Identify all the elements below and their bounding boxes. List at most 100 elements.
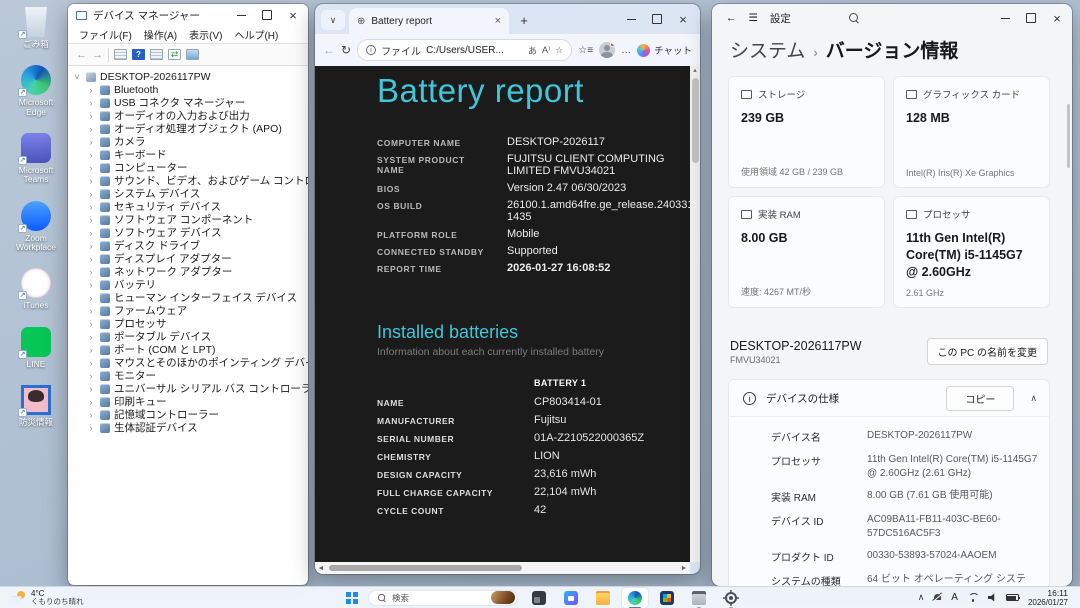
- device-tree-item[interactable]: › サウンド、ビデオ、およびゲーム コントローラー: [72, 174, 309, 187]
- device-tree-item[interactable]: › ディスプレイ アダプター: [72, 252, 308, 265]
- copy-button[interactable]: コピー: [946, 385, 1015, 411]
- expand-icon[interactable]: ›: [86, 293, 96, 303]
- browser-tab[interactable]: ⊕ Battery report ×: [349, 8, 509, 34]
- maximize-button[interactable]: [1018, 8, 1044, 28]
- device-manager[interactable]: [686, 588, 712, 608]
- itunes[interactable]: ↗ iTunes: [8, 267, 64, 310]
- scroll-right-icon[interactable]: ►: [678, 565, 690, 572]
- ime-mode-indicator[interactable]: A: [951, 592, 958, 603]
- hidden-icons-chevron[interactable]: ∧: [918, 592, 925, 603]
- expand-icon[interactable]: ›: [86, 111, 96, 121]
- page-info-icon[interactable]: i: [366, 45, 377, 55]
- device-tree-item[interactable]: › カメラ: [72, 135, 308, 148]
- computer-icon[interactable]: [186, 49, 199, 60]
- device-tree-item[interactable]: › バッテリ: [72, 278, 308, 291]
- expand-icon[interactable]: ›: [86, 189, 96, 199]
- hamburger-icon[interactable]: ☰: [749, 12, 758, 24]
- file-explorer[interactable]: [590, 588, 616, 608]
- expand-icon[interactable]: ›: [86, 332, 96, 342]
- new-tab-button[interactable]: +: [513, 9, 535, 31]
- device-tree-item[interactable]: › オーディオの入力および出力: [72, 109, 308, 122]
- expand-icon[interactable]: ›: [86, 150, 96, 160]
- horizontal-scrollbar[interactable]: ◄ ►: [315, 562, 690, 574]
- device-tree-item[interactable]: › ファームウェア: [72, 304, 308, 317]
- taskbar-search[interactable]: 検索: [368, 589, 518, 606]
- address-bar[interactable]: i ファイル C:/Users/USER... あ A⁾ ☆: [357, 39, 573, 61]
- device-tree-item[interactable]: › オーディオ処理オブジェクト (APO): [72, 122, 308, 135]
- more-menu-icon[interactable]: …: [621, 45, 631, 56]
- expand-icon[interactable]: ›: [86, 215, 96, 225]
- tab-search-button[interactable]: ∨: [321, 10, 345, 30]
- hscrollbar-thumb[interactable]: [329, 565, 523, 571]
- device-tree-item[interactable]: › Bluetooth: [72, 83, 308, 96]
- recycle-bin[interactable]: ↗ ごみ箱: [8, 6, 64, 49]
- favorite-star-icon[interactable]: ☆: [555, 45, 563, 56]
- device-tree-item[interactable]: › ネットワーク アダプター: [72, 265, 308, 278]
- device-tree-item[interactable]: › マウスとそのほかのポインティング デバイス: [72, 356, 309, 369]
- rename-pc-button[interactable]: この PC の名前を変更: [926, 338, 1048, 365]
- vertical-scrollbar[interactable]: ▲: [690, 66, 700, 562]
- minimize-button[interactable]: [992, 8, 1018, 28]
- close-button[interactable]: [280, 5, 306, 25]
- refresh-icon[interactable]: ↻: [341, 43, 351, 57]
- weather-widget[interactable]: 4°C くもりのち晴れ: [0, 589, 84, 607]
- expand-icon[interactable]: ›: [86, 98, 96, 108]
- expand-icon[interactable]: ›: [86, 397, 96, 407]
- device-tree-item[interactable]: › ポート (COM と LPT): [72, 343, 308, 356]
- expand-icon[interactable]: ›: [86, 423, 96, 433]
- device-tree-item[interactable]: › システム デバイス: [72, 187, 308, 200]
- device-tree-item[interactable]: › ポータブル デバイス: [72, 330, 308, 343]
- collapse-icon[interactable]: ˅: [72, 72, 82, 82]
- ms-teams[interactable]: ↗ Microsoft Teams: [8, 132, 64, 185]
- microsoft-edge[interactable]: [622, 587, 648, 608]
- expand-icon[interactable]: ›: [86, 280, 96, 290]
- device-tree-item[interactable]: › キーボード: [72, 148, 308, 161]
- volume-icon[interactable]: [987, 593, 995, 602]
- minimize-button[interactable]: [618, 9, 644, 29]
- chevron-up-icon[interactable]: ∧: [1030, 393, 1037, 404]
- wifi-icon[interactable]: [967, 593, 979, 602]
- expand-icon[interactable]: ›: [86, 241, 96, 251]
- microsoft-store[interactable]: [558, 588, 584, 608]
- properties-icon[interactable]: [150, 49, 163, 60]
- expand-icon[interactable]: ›: [86, 371, 96, 381]
- expand-icon[interactable]: ›: [86, 358, 96, 368]
- settings[interactable]: [718, 588, 744, 608]
- expand-icon[interactable]: ›: [86, 410, 96, 420]
- close-button[interactable]: [670, 9, 696, 29]
- maximize-button[interactable]: [644, 9, 670, 29]
- console-tree-icon[interactable]: [114, 49, 127, 60]
- device-tree-item[interactable]: › ディスク ドライブ: [72, 239, 308, 252]
- tab-close-icon[interactable]: ×: [495, 15, 501, 27]
- menu-item[interactable]: 表示(V): [184, 26, 227, 43]
- battery-icon[interactable]: [1005, 594, 1021, 601]
- search-highlight-image[interactable]: [491, 591, 515, 604]
- expand-icon[interactable]: ›: [86, 163, 96, 173]
- search-icon[interactable]: [848, 13, 859, 23]
- favorites-hub-icon[interactable]: ☆≡: [578, 45, 593, 56]
- scroll-left-icon[interactable]: ◄: [315, 565, 327, 572]
- back-icon[interactable]: ←: [76, 49, 87, 61]
- line-app[interactable]: ↗ LINE: [8, 326, 64, 369]
- back-icon[interactable]: ←: [323, 43, 335, 57]
- read-aloud-icon[interactable]: A⁾: [542, 45, 550, 56]
- device-tree-item[interactable]: › モニター: [72, 369, 308, 382]
- windows-app[interactable]: [654, 588, 680, 608]
- device-tree-item[interactable]: › USB コネクタ マネージャー: [72, 96, 308, 109]
- device-tree-item[interactable]: › ユニバーサル シリアル バス コントローラー: [72, 382, 309, 395]
- expand-icon[interactable]: ›: [86, 137, 96, 147]
- task-view[interactable]: [526, 588, 552, 608]
- forward-icon[interactable]: →: [92, 49, 103, 61]
- expand-icon[interactable]: ›: [86, 345, 96, 355]
- breadcrumb-system[interactable]: システム: [730, 36, 805, 63]
- profile-avatar[interactable]: [599, 42, 616, 58]
- device-tree-item[interactable]: › 生体認証デバイス: [72, 421, 308, 434]
- device-tree-item[interactable]: › 記憶域コントローラー: [72, 408, 308, 421]
- expand-icon[interactable]: ›: [86, 384, 96, 394]
- device-tree-item[interactable]: › セキュリティ デバイス: [72, 200, 308, 213]
- expand-icon[interactable]: ›: [86, 176, 96, 186]
- ms-edge[interactable]: ↗ Microsoft Edge: [8, 64, 64, 117]
- expand-icon[interactable]: ›: [86, 306, 96, 316]
- notifications-off-icon[interactable]: [933, 593, 942, 602]
- device-manager-titlebar[interactable]: デバイス マネージャー: [68, 4, 308, 26]
